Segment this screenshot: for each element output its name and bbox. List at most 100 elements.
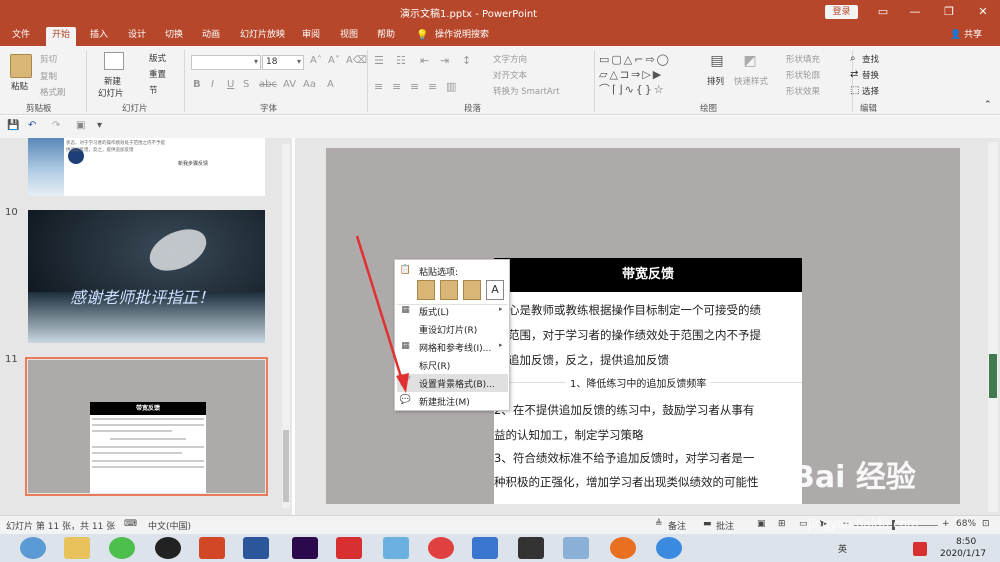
chrome-icon[interactable] xyxy=(428,537,454,559)
minimize-button[interactable]: — xyxy=(906,3,924,21)
new-slide-button[interactable]: 新建 xyxy=(104,75,121,87)
paste-picture-icon[interactable] xyxy=(463,280,481,300)
menu-item-format-background[interactable]: 设置背景格式(B)... xyxy=(419,377,495,390)
tab-help[interactable]: 帮助 xyxy=(377,27,395,46)
font-name-combo[interactable]: ▾ xyxy=(191,55,261,70)
text-direction-button[interactable]: 文字方向 xyxy=(493,53,527,65)
wechat-icon[interactable] xyxy=(109,537,135,559)
zoom-level[interactable]: 68% xyxy=(956,519,976,529)
thumbnail-scrollbar[interactable] xyxy=(282,144,290,508)
decrease-indent-icon[interactable]: ⇤ xyxy=(420,54,429,67)
menu-item-ruler[interactable]: 标尺(R) xyxy=(419,359,450,372)
increase-indent-icon[interactable]: ⇥ xyxy=(440,54,449,67)
char-spacing-icon[interactable]: AV xyxy=(283,79,296,90)
input-method-indicator[interactable]: 英 xyxy=(838,542,847,555)
paste-icon[interactable] xyxy=(10,54,32,78)
redo-icon[interactable]: ↷ xyxy=(52,120,60,131)
font-size-combo[interactable]: 18 ▾ xyxy=(262,55,304,70)
editor-scrollbar[interactable] xyxy=(988,142,998,512)
scrollbar-thumb[interactable] xyxy=(283,430,289,502)
tab-file[interactable]: 文件 xyxy=(12,27,30,46)
replace-icon[interactable]: ⇄ xyxy=(850,69,858,80)
justify-icon[interactable]: ≡ xyxy=(428,80,437,93)
fit-slide-icon[interactable]: ⊡ xyxy=(982,519,990,529)
menu-item-reset-slide[interactable]: 重设幻灯片(R) xyxy=(419,323,477,336)
app-blue-icon[interactable] xyxy=(383,537,409,559)
comments-button[interactable]: 批注 xyxy=(716,519,734,532)
video-editor-icon[interactable] xyxy=(518,537,544,559)
bullets-icon[interactable]: ☰ xyxy=(374,54,384,67)
scrollbar-thumb[interactable] xyxy=(989,354,997,398)
menu-item-grid-guides[interactable]: 网格和参考线(I)... xyxy=(419,341,491,354)
columns-icon[interactable]: ▥ xyxy=(446,80,456,93)
thumbnail-slide-10[interactable]: 感谢老师批评指正！ xyxy=(28,210,265,343)
copy-button[interactable]: 复制 xyxy=(40,70,57,82)
language-indicator[interactable]: 中文(中国) xyxy=(148,519,191,532)
tab-animations[interactable]: 动画 xyxy=(202,27,220,46)
cut-button[interactable]: 剪切 xyxy=(40,53,57,65)
paste-keep-source-icon[interactable] xyxy=(440,280,458,300)
menu-item-new-comment[interactable]: 新建批注(M) xyxy=(419,395,470,408)
shape-outline-button[interactable]: 形状轮廓 xyxy=(786,69,820,81)
align-center-icon[interactable]: ≡ xyxy=(392,80,401,93)
reset-button[interactable]: 重置 xyxy=(149,68,166,80)
quick-styles-button[interactable]: 快速样式 xyxy=(734,75,768,87)
arrange-icon[interactable]: ▤ xyxy=(708,53,726,75)
tab-insert[interactable]: 插入 xyxy=(90,27,108,46)
strikethrough-icon[interactable]: abc xyxy=(259,79,277,90)
thumbnail-slide-11[interactable]: 带宽反馈 xyxy=(28,360,265,493)
bold-icon[interactable]: B xyxy=(193,79,201,90)
tab-tell-me[interactable]: 操作说明搜索 xyxy=(435,27,489,46)
format-painter-button[interactable]: 格式刷 xyxy=(40,86,66,98)
app-red-icon[interactable] xyxy=(336,537,362,559)
select-icon[interactable]: ⬚ xyxy=(850,85,859,96)
section-button[interactable]: 节 xyxy=(149,84,158,96)
clock-date[interactable]: 2020/1/17 xyxy=(940,549,986,559)
replace-button[interactable]: 替换 xyxy=(862,69,879,81)
tab-home[interactable]: 开始 xyxy=(46,27,77,46)
menu-item-layout[interactable]: 版式(L) xyxy=(419,305,449,318)
share-button[interactable]: 共享 xyxy=(964,27,982,46)
present-icon[interactable]: ▣ xyxy=(76,120,85,131)
paste-button[interactable]: 粘贴 xyxy=(11,80,28,92)
app-light-icon[interactable] xyxy=(563,537,589,559)
line-spacing-icon[interactable]: ↕ xyxy=(462,54,471,67)
reading-view-icon[interactable]: ▭ xyxy=(799,519,808,529)
normal-view-icon[interactable]: ▣ xyxy=(757,519,766,529)
align-left-icon[interactable]: ≡ xyxy=(374,80,383,93)
paste-use-destination-icon[interactable] xyxy=(417,280,435,300)
paste-text-only-icon[interactable]: A xyxy=(486,280,504,300)
app-orange-icon[interactable] xyxy=(610,537,636,559)
find-button[interactable]: 查找 xyxy=(862,53,879,65)
save-icon[interactable]: 💾 xyxy=(7,120,19,131)
word-icon[interactable] xyxy=(243,537,269,559)
collapse-ribbon-icon[interactable]: ⌃ xyxy=(984,100,992,110)
notes-button[interactable]: 备注 xyxy=(668,519,686,532)
shape-effects-button[interactable]: 形状效果 xyxy=(786,85,820,97)
clock-time[interactable]: 8:50 xyxy=(956,537,976,547)
premiere-icon[interactable] xyxy=(292,537,318,559)
tab-review[interactable]: 审阅 xyxy=(302,27,320,46)
browser-360-icon[interactable] xyxy=(20,537,46,559)
internet-explorer-icon[interactable] xyxy=(656,537,682,559)
app-arrow-icon[interactable] xyxy=(472,537,498,559)
new-slide-button-line2[interactable]: 幻灯片 xyxy=(98,87,124,99)
change-case-icon[interactable]: Aa xyxy=(303,79,316,90)
numbering-icon[interactable]: ☷ xyxy=(396,54,406,67)
slide-content-box[interactable]: 带宽反馈 心是教师或教练根据操作目标制定一个可接受的绩 范围，对于学习者的操作绩… xyxy=(494,258,802,504)
slide-sorter-icon[interactable]: ⊞ xyxy=(778,519,786,529)
grow-font-icon[interactable]: A˄ xyxy=(310,55,322,66)
find-icon[interactable]: ⌕ xyxy=(850,53,856,64)
quick-styles-icon[interactable]: ◩ xyxy=(740,53,760,75)
restore-button[interactable]: ❐ xyxy=(940,3,958,21)
file-explorer-icon[interactable] xyxy=(64,537,90,559)
tab-transitions[interactable]: 切换 xyxy=(165,27,183,46)
convert-smartart-button[interactable]: 转换为 SmartArt xyxy=(493,85,560,97)
align-right-icon[interactable]: ≡ xyxy=(410,80,419,93)
shapes-gallery[interactable]: ▭▢△⌐⇨◯ ▱△⊐⇒▷▶ ⌒⌈⌋∿{}☆ xyxy=(599,52,693,98)
close-button[interactable]: ✕ xyxy=(974,3,992,21)
shrink-font-icon[interactable]: A˅ xyxy=(328,55,340,66)
clear-format-icon[interactable]: A⌫ xyxy=(346,55,367,66)
share-icon[interactable]: 👤 xyxy=(950,27,961,46)
tab-design[interactable]: 设计 xyxy=(128,27,146,46)
